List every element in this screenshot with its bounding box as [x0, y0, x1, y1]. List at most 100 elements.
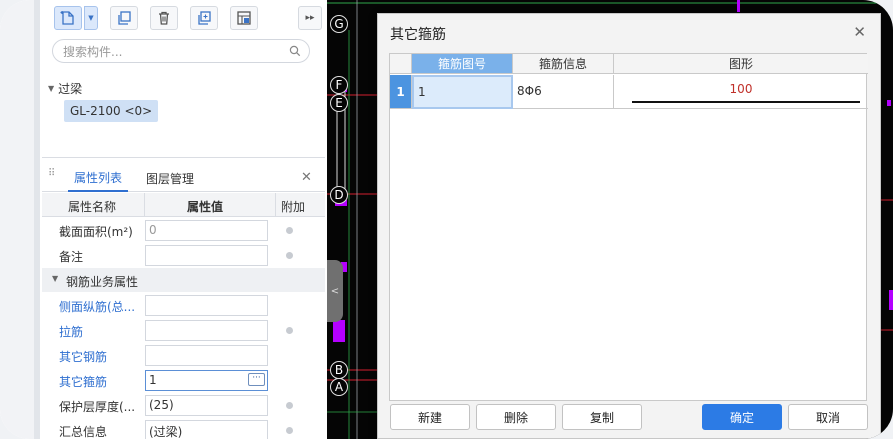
property-name: 保护层厚度(...	[59, 400, 136, 414]
property-row-other-rebar: 其它钢筋	[42, 343, 325, 368]
tree-group-label: 过梁	[58, 82, 83, 96]
property-panel-header: ⠿ 属性列表 图层管理 ✕	[42, 164, 325, 192]
column-header-shape[interactable]: 图形	[614, 54, 868, 74]
row-index[interactable]: 1	[390, 75, 412, 109]
duplicate-icon	[198, 11, 211, 25]
property-name: 拉筋	[59, 325, 84, 339]
chevron-down-icon: ▼	[88, 14, 94, 22]
divider	[42, 157, 325, 158]
layer-copy-icon	[237, 11, 251, 25]
property-group-label: 钢筋业务属性	[66, 275, 139, 289]
tab-label: 属性列表	[74, 170, 123, 185]
tree-group-lintel[interactable]: ▼ 过梁	[48, 80, 82, 97]
axis-label-f: F	[330, 76, 348, 94]
cell-shape[interactable]: 100	[614, 75, 868, 109]
property-name: 其它箍筋	[59, 375, 108, 389]
property-value-field[interactable]	[145, 295, 268, 316]
axis-label-b: B	[330, 361, 348, 379]
property-value-field[interactable]: (过梁)	[145, 420, 268, 439]
property-value-text: 1	[149, 373, 157, 387]
caret-down-icon[interactable]: ▼	[52, 274, 58, 283]
column-header-stirrup-info[interactable]: 箍筋信息	[513, 54, 614, 74]
dialog-title: 其它箍筋	[390, 27, 446, 43]
new-component-icon	[60, 11, 74, 25]
property-row-side-rebar: 侧面纵筋(总...	[42, 293, 325, 318]
new-button[interactable]: 新建	[390, 404, 470, 430]
close-icon[interactable]: ✕	[301, 170, 312, 185]
duplicate-button[interactable]	[190, 6, 218, 30]
property-name: 其它钢筋	[59, 350, 108, 364]
search-box[interactable]	[52, 39, 310, 63]
delete-icon	[159, 11, 169, 25]
axis-label-a: A	[330, 378, 348, 396]
column-divider	[275, 193, 276, 217]
property-value-field[interactable]	[145, 320, 268, 341]
property-value-field[interactable]: 0	[145, 220, 268, 241]
axis-label-e: E	[330, 94, 348, 112]
new-component-button[interactable]	[54, 6, 82, 30]
property-row-remark: 备注	[42, 243, 325, 268]
copy-button[interactable]	[110, 6, 138, 30]
layer-copy-button[interactable]	[230, 6, 258, 30]
property-row-other-stirrup: 其它箍筋 1 ···	[42, 368, 325, 393]
property-row-summary: 汇总信息 (过梁)	[42, 418, 325, 439]
extra-checkbox[interactable]	[286, 402, 293, 409]
caret-down-icon[interactable]: ▼	[48, 84, 54, 93]
property-column-header: 属性名称 属性值 附加	[42, 193, 325, 217]
property-value-field[interactable]: (25)	[145, 395, 268, 416]
property-row-tie-bar: 拉筋	[42, 318, 325, 343]
column-value-header: 属性值	[187, 200, 224, 214]
double-arrow-icon: ▸▸	[305, 13, 315, 23]
cancel-button[interactable]: 取消	[788, 404, 868, 430]
property-value-field[interactable]	[145, 245, 268, 266]
other-stirrup-dialog: 其它箍筋 ✕ 箍筋图号 箍筋信息 图形 1 1 8Φ6 100 新建 删除 复制…	[377, 13, 881, 439]
chevron-left-icon: <	[330, 285, 340, 297]
property-group-rebar[interactable]: ▼ 钢筋业务属性	[42, 268, 325, 292]
axis-label-d: D	[330, 186, 348, 204]
shape-dimension: 100	[729, 82, 753, 96]
column-name-header: 属性名称	[68, 200, 117, 214]
copy-icon	[118, 11, 131, 25]
extra-checkbox[interactable]	[286, 327, 293, 334]
extra-checkbox[interactable]	[286, 252, 293, 259]
property-row-section-area: 截面面积(m²) 0	[42, 218, 325, 243]
extra-checkbox[interactable]	[286, 227, 293, 234]
tree-item-gl-2100[interactable]: GL-2100 <0>	[64, 100, 159, 122]
app-frame: ▼ ▸▸ ▼ 过梁	[0, 0, 893, 439]
copy-button[interactable]: 复制	[562, 404, 642, 430]
more-options-button[interactable]: ···	[248, 373, 265, 386]
property-row-cover-thickness: 保护层厚度(... (25)	[42, 393, 325, 418]
left-scroll-edge[interactable]	[34, 0, 40, 439]
close-icon[interactable]: ✕	[853, 23, 866, 41]
cell-stirrup-info[interactable]: 8Φ6	[513, 75, 614, 109]
shape-line	[632, 101, 860, 103]
property-value-field[interactable]	[145, 345, 268, 366]
tab-property-list[interactable]: 属性列表	[68, 164, 129, 192]
left-panel: ▼ ▸▸ ▼ 过梁	[0, 0, 327, 439]
delete-button[interactable]	[150, 6, 178, 30]
component-panel: ▼ ▸▸ ▼ 过梁	[42, 0, 325, 439]
property-name: 汇总信息	[59, 425, 108, 439]
column-extra-header: 附加	[281, 200, 306, 214]
new-component-dropdown[interactable]: ▼	[84, 6, 98, 30]
tab-layer-management[interactable]: 图层管理	[140, 164, 200, 192]
toolbar-more-button[interactable]: ▸▸	[298, 6, 322, 30]
property-name: 侧面纵筋(总...	[59, 300, 136, 314]
delete-button[interactable]: 删除	[476, 404, 556, 430]
search-icon[interactable]	[289, 45, 301, 57]
axis-label-g: G	[330, 15, 348, 33]
cell-stirrup-code[interactable]: 1	[412, 75, 513, 109]
grip-icon[interactable]: ⠿	[48, 169, 56, 185]
property-name: 备注	[59, 250, 84, 264]
ok-button[interactable]: 确定	[702, 404, 782, 430]
component-toolbar: ▼ ▸▸	[54, 6, 324, 32]
panel-collapse-handle[interactable]: <	[327, 260, 343, 322]
tab-label: 图层管理	[146, 171, 195, 186]
search-input[interactable]	[63, 44, 283, 60]
column-header-stirrup-code[interactable]: 箍筋图号	[412, 54, 513, 74]
property-value-field[interactable]: 1 ···	[145, 370, 268, 391]
stirrup-table: 箍筋图号 箍筋信息 图形 1 1 8Φ6 100	[389, 53, 868, 401]
property-name: 截面面积(m²)	[59, 225, 133, 239]
extra-checkbox[interactable]	[286, 427, 293, 434]
table-corner[interactable]	[390, 54, 412, 74]
